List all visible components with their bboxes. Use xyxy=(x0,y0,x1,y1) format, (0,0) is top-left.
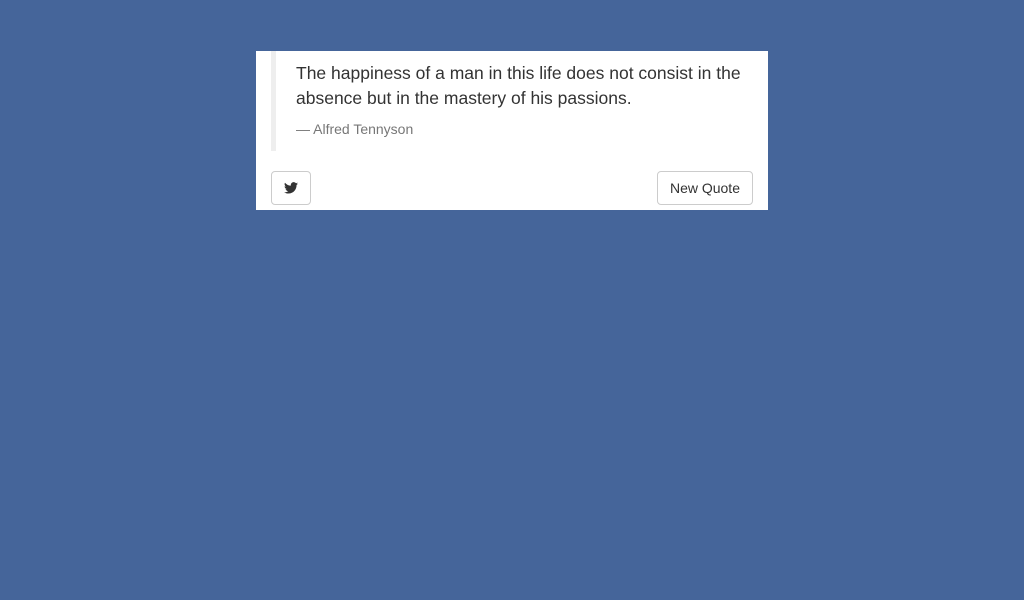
quote-text: The happiness of a man in this life does… xyxy=(296,63,741,108)
quote-author: — Alfred Tennyson xyxy=(296,121,414,137)
quote-blockquote: The happiness of a man in this life does… xyxy=(271,51,753,151)
tweet-button[interactable] xyxy=(271,171,311,205)
new-quote-button[interactable]: New Quote xyxy=(656,171,753,205)
quote-card: The happiness of a man in this life does… xyxy=(256,51,768,210)
twitter-icon xyxy=(284,182,298,194)
